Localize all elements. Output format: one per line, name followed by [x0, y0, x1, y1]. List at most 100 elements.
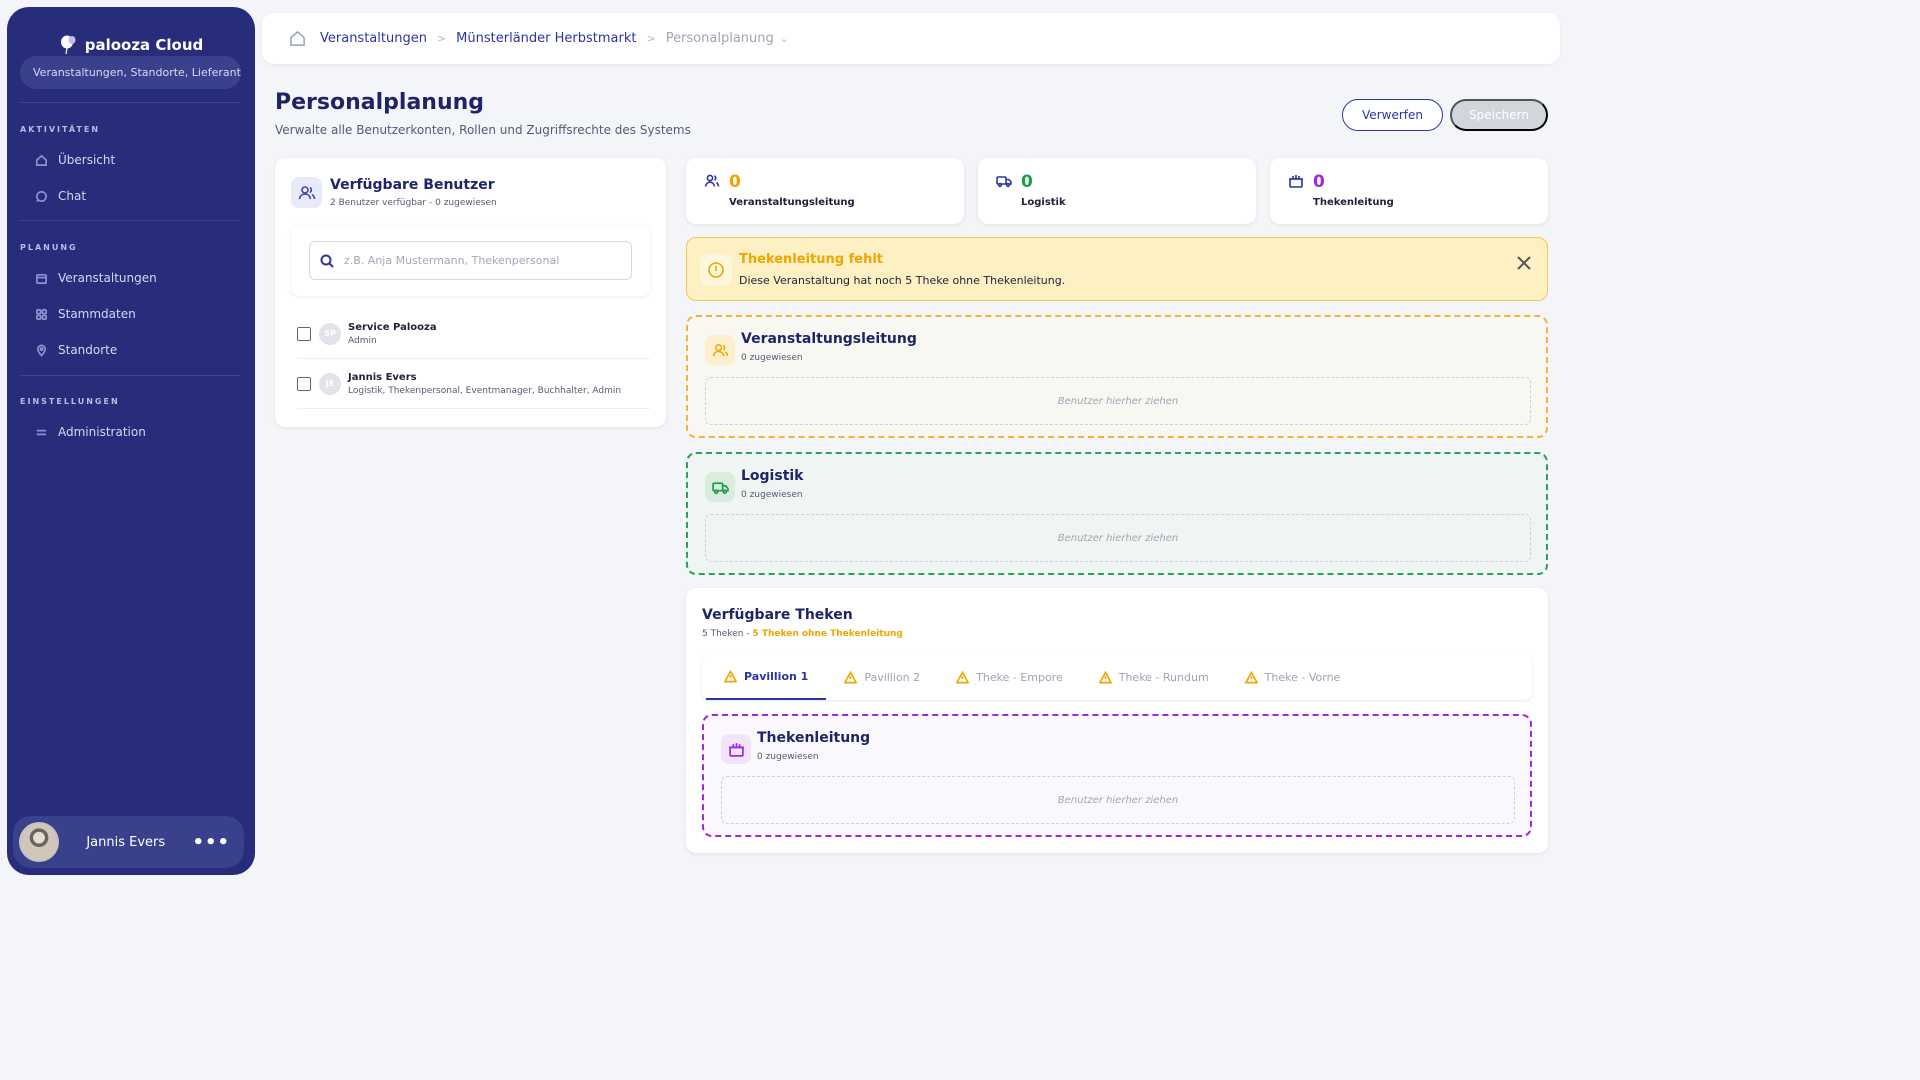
page-subtitle: Verwalte alle Benutzerkonten, Rollen und… — [275, 123, 691, 137]
counter-count: 5 Theken - — [702, 629, 753, 639]
sidebar-item-standorte[interactable]: Standorte — [35, 343, 117, 357]
user-name: Jannis Evers — [86, 834, 166, 850]
sidebar-item-label: Übersicht — [58, 153, 116, 167]
dropzone-logistik[interactable]: Logistik 0 zugewiesen Benutzer hierher z… — [686, 452, 1548, 575]
available-users-panel: Verfügbare Benutzer 2 Benutzer verfügbar… — [275, 158, 666, 427]
tab-pavillion-2[interactable]: Pavillion 2 — [826, 655, 938, 700]
drop-target[interactable]: Benutzer hierher ziehen — [721, 776, 1515, 824]
divider — [20, 375, 241, 376]
counter-tabs: Pavillion 1 Pavillion 2 Theke - Empore T… — [702, 655, 1532, 700]
tab-label: Theke - Rundum — [1118, 671, 1209, 684]
sidebar-item-chat[interactable]: Chat — [35, 189, 86, 203]
tab-theke-vorne[interactable]: Theke - Vorne — [1227, 655, 1359, 700]
sidebar-item-label: Stammdaten — [58, 307, 136, 321]
sidebar-item-label: Standorte — [58, 343, 118, 357]
available-counters-panel: Verfügbare Theken 5 Theken - 5 Theken oh… — [686, 588, 1548, 853]
more-options-icon[interactable]: ••• — [192, 832, 230, 853]
avatar: JE — [319, 372, 341, 395]
warning-circle-icon — [700, 254, 732, 286]
warning-triangle-icon — [1244, 671, 1258, 684]
global-search-input[interactable]: Veranstaltungen, Standorte, Lieferanten — [20, 56, 241, 89]
panel-subtitle: 2 Benutzer verfügbar - 0 zugewiesen — [330, 198, 497, 208]
section-heading-einstellungen: EINSTELLUNGEN — [20, 397, 120, 406]
tab-theke-empore[interactable]: Theke - Empore — [938, 655, 1081, 700]
user-profile[interactable]: Jannis Evers ••• — [13, 816, 244, 868]
user-name: Jannis Evers — [348, 371, 417, 383]
section-heading-aktivitaeten: AKTIVITÄTEN — [20, 125, 101, 134]
alert-text: Diese Veranstaltung hat noch 5 Theke ohn… — [739, 274, 1066, 287]
drop-target[interactable]: Benutzer hierher ziehen — [705, 377, 1531, 425]
user-search-input[interactable]: z.B. Anja Mustermann, Thekenpersonal — [309, 241, 632, 280]
divider — [20, 102, 241, 103]
avatar — [19, 822, 59, 862]
warning-triangle-icon — [844, 671, 858, 684]
search-placeholder: z.B. Anja Mustermann, Thekenpersonal — [344, 254, 560, 267]
chevron-down-icon[interactable]: ⌄ — [780, 32, 789, 45]
chevron-right-icon: > — [646, 32, 656, 45]
sidebar-item-stammdaten[interactable]: Stammdaten — [35, 307, 136, 321]
zone-title: Thekenleitung — [757, 730, 871, 746]
tab-label: Pavillion 1 — [744, 670, 809, 683]
tab-pavillion-1[interactable]: Pavillion 1 — [706, 655, 827, 700]
stat-value: 0 — [1313, 172, 1325, 192]
user-name: Service Palooza — [348, 321, 437, 333]
home-icon — [36, 154, 47, 166]
sidebar-item-administration[interactable]: Administration — [35, 425, 146, 439]
zone-subtitle: 0 zugewiesen — [741, 353, 803, 363]
page-title: Personalplanung — [275, 90, 485, 115]
panel-subtitle: 5 Theken - 5 Theken ohne Thekenleitung — [702, 629, 903, 639]
panel-title: Verfügbare Theken — [702, 607, 853, 623]
breadcrumb-item-event[interactable]: Münsterländer Herbstmarkt — [456, 31, 636, 46]
stat-value: 0 — [1021, 172, 1033, 192]
zone-title: Veranstaltungsleitung — [741, 331, 917, 347]
home-icon[interactable] — [289, 30, 306, 47]
truck-icon — [996, 176, 1012, 188]
sidebar: palooza Cloud Veranstaltungen, Standorte… — [7, 7, 255, 875]
tab-label: Theke - Vorne — [1264, 671, 1341, 684]
stat-label: Veranstaltungsleitung — [729, 197, 855, 208]
sidebar-item-label: Chat — [58, 189, 87, 203]
tab-theke-rundum[interactable]: Theke - Rundum — [1081, 655, 1227, 700]
breadcrumb-item-current[interactable]: Personalplanung — [666, 31, 774, 46]
dropzone-thekenleitung[interactable]: Thekenleitung 0 zugewiesen Benutzer hier… — [702, 714, 1532, 837]
stat-label: Thekenleitung — [1313, 197, 1394, 208]
counter-warning: 5 Theken ohne Thekenleitung — [752, 629, 903, 639]
avatar: SP — [319, 322, 341, 345]
sidebar-item-veranstaltungen[interactable]: Veranstaltungen — [35, 271, 157, 285]
grid-icon — [36, 308, 47, 320]
discard-button[interactable]: Verwerfen — [1342, 99, 1443, 131]
app-logo[interactable]: palooza Cloud — [7, 35, 255, 55]
zone-title: Logistik — [741, 468, 804, 484]
close-icon[interactable] — [1515, 254, 1533, 272]
select-checkbox[interactable] — [297, 326, 311, 341]
tab-label: Pavillion 2 — [864, 671, 921, 684]
divider — [20, 220, 241, 221]
warning-triangle-icon — [956, 671, 970, 684]
list-item[interactable]: SP Service Palooza Admin — [297, 309, 650, 359]
stat-card-veranstaltungsleitung: 0 Veranstaltungsleitung — [686, 158, 964, 224]
zone-subtitle: 0 zugewiesen — [757, 752, 819, 762]
list-item[interactable]: JE Jannis Evers Logistik, Thekenpersonal… — [297, 359, 650, 409]
zone-subtitle: 0 zugewiesen — [741, 490, 803, 500]
search-icon — [320, 254, 334, 268]
chat-icon — [36, 190, 47, 202]
balloon-logo-icon — [60, 35, 76, 55]
sidebar-item-label: Administration — [58, 425, 146, 439]
save-button[interactable]: Speichern — [1450, 99, 1548, 131]
breadcrumb-item-veranstaltungen[interactable]: Veranstaltungen — [320, 31, 427, 46]
sliders-icon — [36, 429, 47, 435]
dropzone-veranstaltungsleitung[interactable]: Veranstaltungsleitung 0 zugewiesen Benut… — [686, 315, 1548, 438]
drop-target[interactable]: Benutzer hierher ziehen — [705, 514, 1531, 562]
location-pin-icon — [36, 344, 47, 357]
stat-label: Logistik — [1021, 197, 1066, 208]
truck-icon — [705, 472, 735, 502]
select-checkbox[interactable] — [297, 376, 311, 391]
breadcrumb: Veranstaltungen > Münsterländer Herbstma… — [262, 13, 1560, 64]
sidebar-item-label: Veranstaltungen — [58, 271, 157, 285]
counter-icon — [721, 734, 751, 764]
sidebar-item-uebersicht[interactable]: Übersicht — [35, 153, 115, 167]
panel-title: Verfügbare Benutzer — [330, 177, 495, 193]
app-name: palooza Cloud — [84, 36, 204, 54]
stat-card-thekenleitung: 0 Thekenleitung — [1270, 158, 1548, 224]
counter-icon — [1289, 175, 1303, 188]
